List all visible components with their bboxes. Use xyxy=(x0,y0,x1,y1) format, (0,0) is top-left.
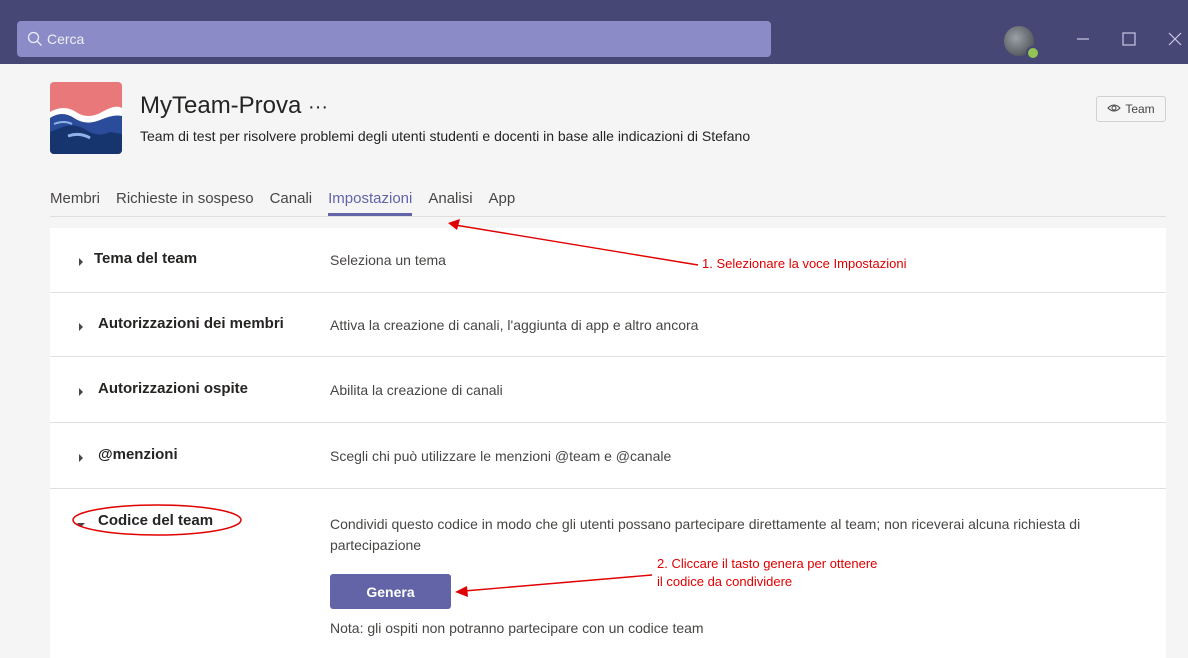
annotation-step2-line1: 2. Cliccare il tasto genera per ottenere xyxy=(657,556,878,571)
annotation-arrow-2 xyxy=(463,574,653,592)
annotation-step2-line2: il codice da condividere xyxy=(657,574,793,589)
annotation-overlay xyxy=(72,219,699,597)
annotation-arrow-1 xyxy=(454,224,699,266)
annotation-circle-codice xyxy=(72,504,242,536)
annotation-arrowhead-2 xyxy=(455,586,468,597)
annotation-arrowhead-1 xyxy=(448,219,460,230)
annotation-step1: 1. Selezionare la voce Impostazioni xyxy=(702,256,907,271)
